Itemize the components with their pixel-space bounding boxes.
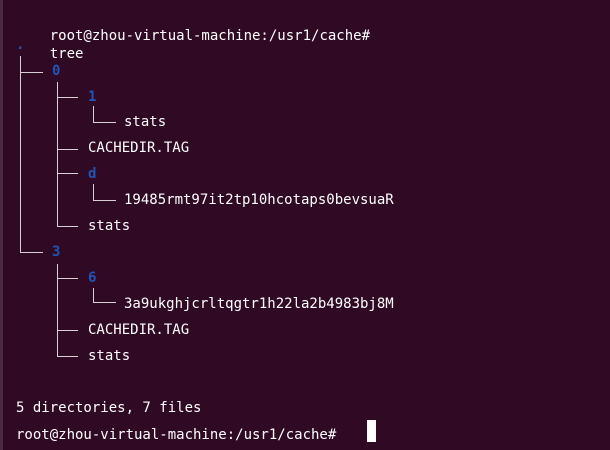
tree-branch <box>93 184 116 201</box>
file-cache-entry: 3a9ukghjcrltqgtr1h22la2b4983bj8M <box>124 296 394 312</box>
window-edge <box>0 0 3 450</box>
tree-branch <box>57 97 78 150</box>
file-stats: stats <box>88 218 131 234</box>
tree-branch <box>20 72 43 253</box>
terminal-window[interactable]: root@zhou-virtual-machine:/usr1/cache# t… <box>0 0 610 450</box>
shell-prompt: root@zhou-virtual-machine:/usr1/cache# <box>49 28 371 44</box>
file-cachedir-tag: CACHEDIR.TAG <box>88 322 190 338</box>
command-text: tree <box>49 46 84 62</box>
tree-branch <box>20 56 43 73</box>
directory-3: 3 <box>52 244 61 260</box>
file-stats: stats <box>124 114 167 130</box>
tree-root: . <box>16 37 25 53</box>
file-stats: stats <box>88 348 131 364</box>
directory-1: 1 <box>88 89 97 105</box>
text-cursor[interactable] <box>367 420 376 442</box>
tree-branch <box>57 82 78 98</box>
tree-branch <box>57 278 78 331</box>
file-cache-entry: 19485rmt97it2tp10hcotaps0bevsuaR <box>124 192 394 208</box>
tree-branch <box>93 288 116 303</box>
shell-prompt: root@zhou-virtual-machine:/usr1/cache# <box>16 427 337 443</box>
tree-branch <box>57 173 78 227</box>
command-line: root@zhou-virtual-machine:/usr1/cache# t… <box>16 9 370 62</box>
tree-branch <box>57 149 78 174</box>
directory-6: 6 <box>88 270 97 286</box>
file-cachedir-tag: CACHEDIR.TAG <box>88 140 190 156</box>
tree-branch <box>57 330 78 357</box>
tree-branch <box>93 106 116 123</box>
directory-0: 0 <box>52 63 61 79</box>
directory-d: d <box>88 166 97 182</box>
tree-branch <box>57 264 78 279</box>
tree-summary: 5 directories, 7 files <box>16 400 202 416</box>
